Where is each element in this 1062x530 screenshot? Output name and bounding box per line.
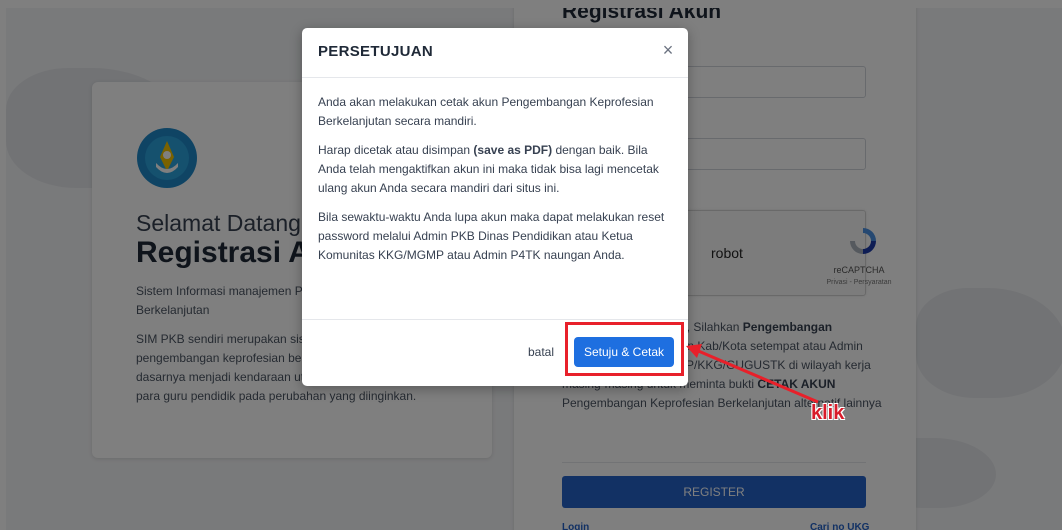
annotation-arrow-icon	[686, 344, 819, 404]
annotation-label: klik	[811, 402, 845, 424]
